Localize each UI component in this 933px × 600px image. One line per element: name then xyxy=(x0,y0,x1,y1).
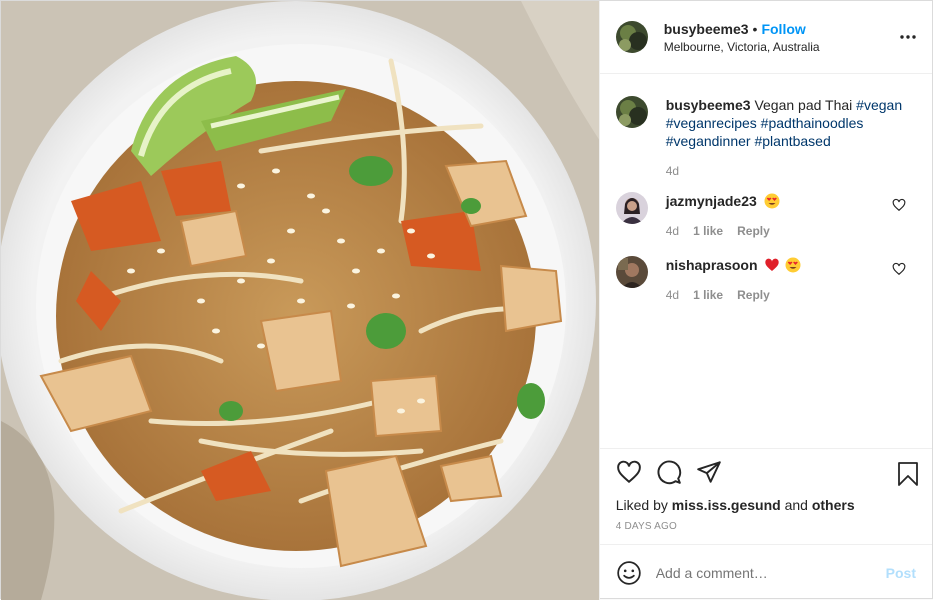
comment-meta: 4d 1 like Reply xyxy=(666,288,916,302)
liked-by-prefix: Liked by xyxy=(615,497,668,513)
commenter-avatar[interactable] xyxy=(615,256,648,288)
reply-button[interactable]: Reply xyxy=(737,224,770,238)
hashtag-link[interactable]: #vegandinner xyxy=(666,133,751,149)
author-avatar[interactable] xyxy=(615,21,648,53)
hashtag-link[interactable]: #padthainoodles xyxy=(761,115,864,131)
comment-time[interactable]: 4d xyxy=(666,288,679,302)
post-actions: Liked by miss.iss.gesund and others 4 DA… xyxy=(599,448,932,544)
liked-by-user[interactable]: miss.iss.gesund xyxy=(672,497,781,513)
reply-button[interactable]: Reply xyxy=(737,288,770,302)
caption-time[interactable]: 4d xyxy=(666,164,679,178)
comment-meta: 4d 1 like Reply xyxy=(666,224,916,238)
caption-avatar[interactable] xyxy=(615,96,648,128)
add-comment-bar: Post xyxy=(599,544,932,600)
liked-by-others[interactable]: others xyxy=(812,497,855,513)
more-options-icon[interactable] xyxy=(898,27,918,47)
post-card: busybeeme3 • Follow Melbourne, Victoria,… xyxy=(0,0,933,600)
comment-row: jazmynjade23 4d 1 like Reply xyxy=(615,192,916,238)
post-image[interactable] xyxy=(1,1,599,600)
caption-username[interactable]: busybeeme3 xyxy=(666,97,751,113)
comment-time[interactable]: 4d xyxy=(666,224,679,238)
commenter-username[interactable]: jazmynjade23 xyxy=(666,193,757,209)
comment-likes[interactable]: 1 like xyxy=(693,288,723,302)
likes-summary: Liked by miss.iss.gesund and others xyxy=(616,497,920,513)
liked-by-and: and xyxy=(784,497,808,513)
comment-row: nishaprasoon 4d 1 like Reply xyxy=(615,256,916,302)
hashtag-link[interactable]: #plantbased xyxy=(754,133,830,149)
post-location[interactable]: Melbourne, Victoria, Australia xyxy=(664,40,820,54)
post-side-panel: busybeeme3 • Follow Melbourne, Victoria,… xyxy=(598,1,932,600)
follow-button[interactable]: Follow xyxy=(761,21,805,37)
author-username[interactable]: busybeeme3 xyxy=(664,21,749,37)
caption-text: busybeeme3 Vegan pad Thai #vegan #veganr… xyxy=(666,96,916,150)
hashtag-link[interactable]: #veganrecipes xyxy=(666,115,757,131)
caption-row: busybeeme3 Vegan pad Thai #vegan #veganr… xyxy=(615,96,916,178)
post-header: busybeeme3 • Follow Melbourne, Victoria,… xyxy=(599,1,932,74)
caption-meta: 4d xyxy=(666,164,916,178)
commenter-avatar[interactable] xyxy=(615,192,648,224)
hashtag-link[interactable]: #vegan xyxy=(856,97,902,113)
bookmark-icon[interactable] xyxy=(896,461,920,487)
commenter-username[interactable]: nishaprasoon xyxy=(666,257,758,273)
post-timestamp[interactable]: 4 DAYS AGO xyxy=(616,521,920,532)
comments-list: busybeeme3 Vegan pad Thai #vegan #veganr… xyxy=(600,74,932,448)
like-comment-icon[interactable] xyxy=(892,198,906,212)
pad-thai-photo xyxy=(1,1,599,600)
heart-eyes-emoji xyxy=(764,193,780,209)
like-heart-icon[interactable] xyxy=(616,459,642,485)
separator-dot: • xyxy=(752,20,758,37)
add-comment-input[interactable] xyxy=(655,564,886,581)
caption-body: Vegan pad Thai xyxy=(754,97,853,113)
emoji-picker-icon[interactable] xyxy=(616,560,642,586)
comment-likes[interactable]: 1 like xyxy=(693,224,723,238)
share-icon[interactable] xyxy=(696,459,722,485)
like-comment-icon[interactable] xyxy=(892,262,906,276)
comment-icon[interactable] xyxy=(656,459,682,485)
post-comment-button[interactable]: Post xyxy=(886,565,916,581)
heart-eyes-emoji xyxy=(785,257,801,273)
red-heart-emoji xyxy=(764,257,780,273)
